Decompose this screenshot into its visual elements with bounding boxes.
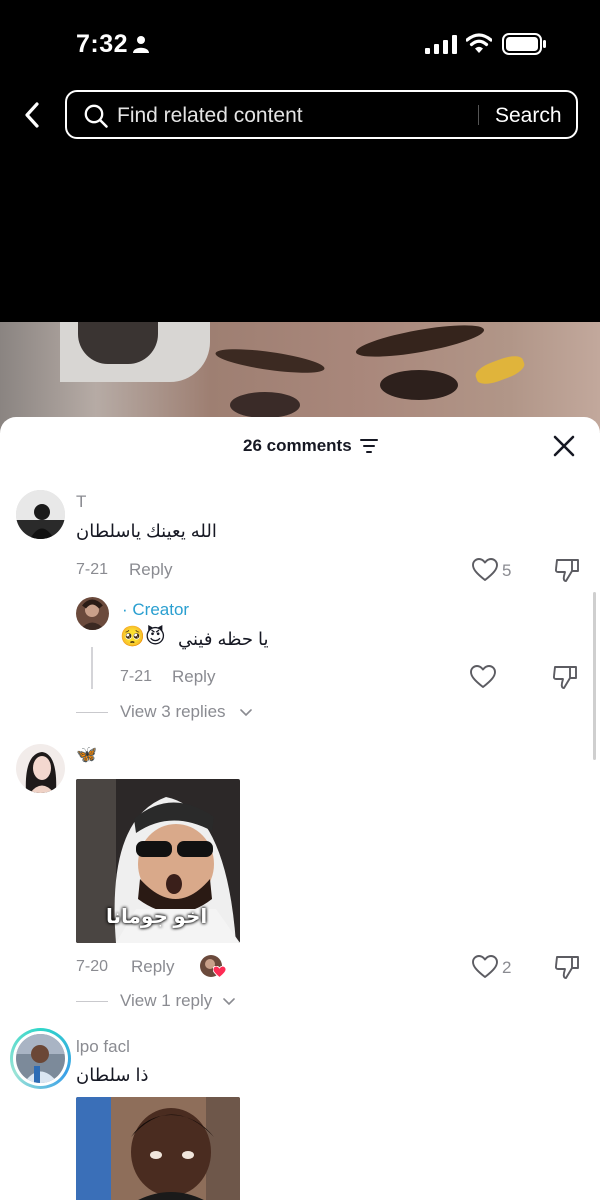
thumbs-down-icon[interactable] — [552, 664, 578, 690]
avatar[interactable] — [16, 490, 65, 539]
avatar-ring-gap — [13, 1031, 68, 1086]
avatar-image — [16, 1034, 65, 1083]
avatar-story-ring[interactable] — [10, 1028, 71, 1089]
sticker-image[interactable] — [76, 1097, 240, 1200]
filter-icon[interactable] — [360, 438, 378, 454]
comments-sheet: 26 comments T الله يعينك ياسلطان 7-21 Re… — [0, 417, 600, 1200]
like-count: 5 — [502, 561, 512, 580]
scrollbar[interactable] — [593, 592, 596, 760]
comments-count: 26 comments — [243, 436, 352, 455]
liked-by-creator-heart-icon — [213, 966, 226, 978]
thumbs-down-icon[interactable] — [554, 954, 580, 980]
reply-date: 7-21 — [120, 668, 153, 685]
avatar-image — [76, 597, 109, 630]
person-icon — [133, 36, 149, 53]
sticker-graphic — [76, 1097, 240, 1200]
heart-icon[interactable] — [472, 558, 498, 582]
video-face-detail — [354, 322, 486, 364]
heart-icon[interactable] — [470, 665, 496, 689]
chevron-down-icon — [223, 998, 235, 1006]
status-time: 7:32 — [76, 30, 129, 58]
close-icon[interactable] — [553, 435, 575, 457]
reply-button[interactable]: Reply — [129, 560, 172, 580]
video-face-detail — [214, 344, 326, 378]
status-bar: 7:32 — [0, 0, 600, 90]
view-replies-button[interactable]: View 1 reply — [120, 991, 212, 1011]
comment-date: 7-21 — [76, 561, 109, 578]
view-replies-line — [76, 1001, 108, 1002]
wifi-icon — [466, 33, 492, 53]
video-face-detail — [473, 352, 527, 388]
thread-line — [91, 647, 93, 689]
emoji-text: 🥺😈 — [120, 626, 166, 648]
reply-button[interactable]: Reply — [172, 667, 215, 687]
reply-button[interactable]: Reply — [131, 957, 174, 977]
comment-text: الله يعينك ياسلطان — [76, 521, 217, 541]
video-preview[interactable] — [0, 322, 600, 432]
search-bar[interactable]: Find related content Search — [65, 90, 578, 139]
video-face-detail — [380, 370, 458, 400]
like-count: 2 — [502, 958, 512, 977]
comment-date: 7-20 — [76, 958, 109, 975]
search-button[interactable]: Search — [495, 104, 562, 128]
comments-header: 26 comments — [0, 417, 600, 475]
avatar[interactable] — [16, 744, 65, 793]
comment-username[interactable]: 🦋 — [76, 745, 97, 765]
comment-username[interactable]: lpo facl — [76, 1037, 130, 1057]
search-icon — [84, 104, 108, 128]
signal-icon — [425, 35, 457, 54]
view-replies-line — [76, 712, 108, 713]
video-background-shadow — [78, 322, 158, 364]
comment-username[interactable]: T — [76, 492, 86, 512]
battery-icon — [502, 33, 546, 55]
creator-label[interactable]: · Creator — [122, 600, 189, 620]
creator-avatar[interactable] — [76, 597, 109, 630]
chevron-down-icon — [240, 709, 252, 717]
sticker-caption: اخو جومانا — [106, 906, 208, 928]
back-button[interactable] — [18, 100, 48, 130]
heart-icon[interactable] — [472, 955, 498, 979]
search-divider — [478, 105, 479, 125]
comment-text: ذا سلطان — [76, 1065, 149, 1085]
video-face-detail — [230, 392, 300, 418]
view-replies-button[interactable]: View 3 replies — [120, 702, 226, 722]
search-input[interactable]: Find related content — [117, 104, 303, 128]
avatar-image — [16, 490, 65, 539]
reply-text: يا حظه فيني — [178, 629, 269, 649]
thumbs-down-icon[interactable] — [554, 557, 580, 583]
avatar-image — [16, 744, 65, 793]
sticker-image[interactable]: اخو جومانا — [76, 779, 240, 943]
